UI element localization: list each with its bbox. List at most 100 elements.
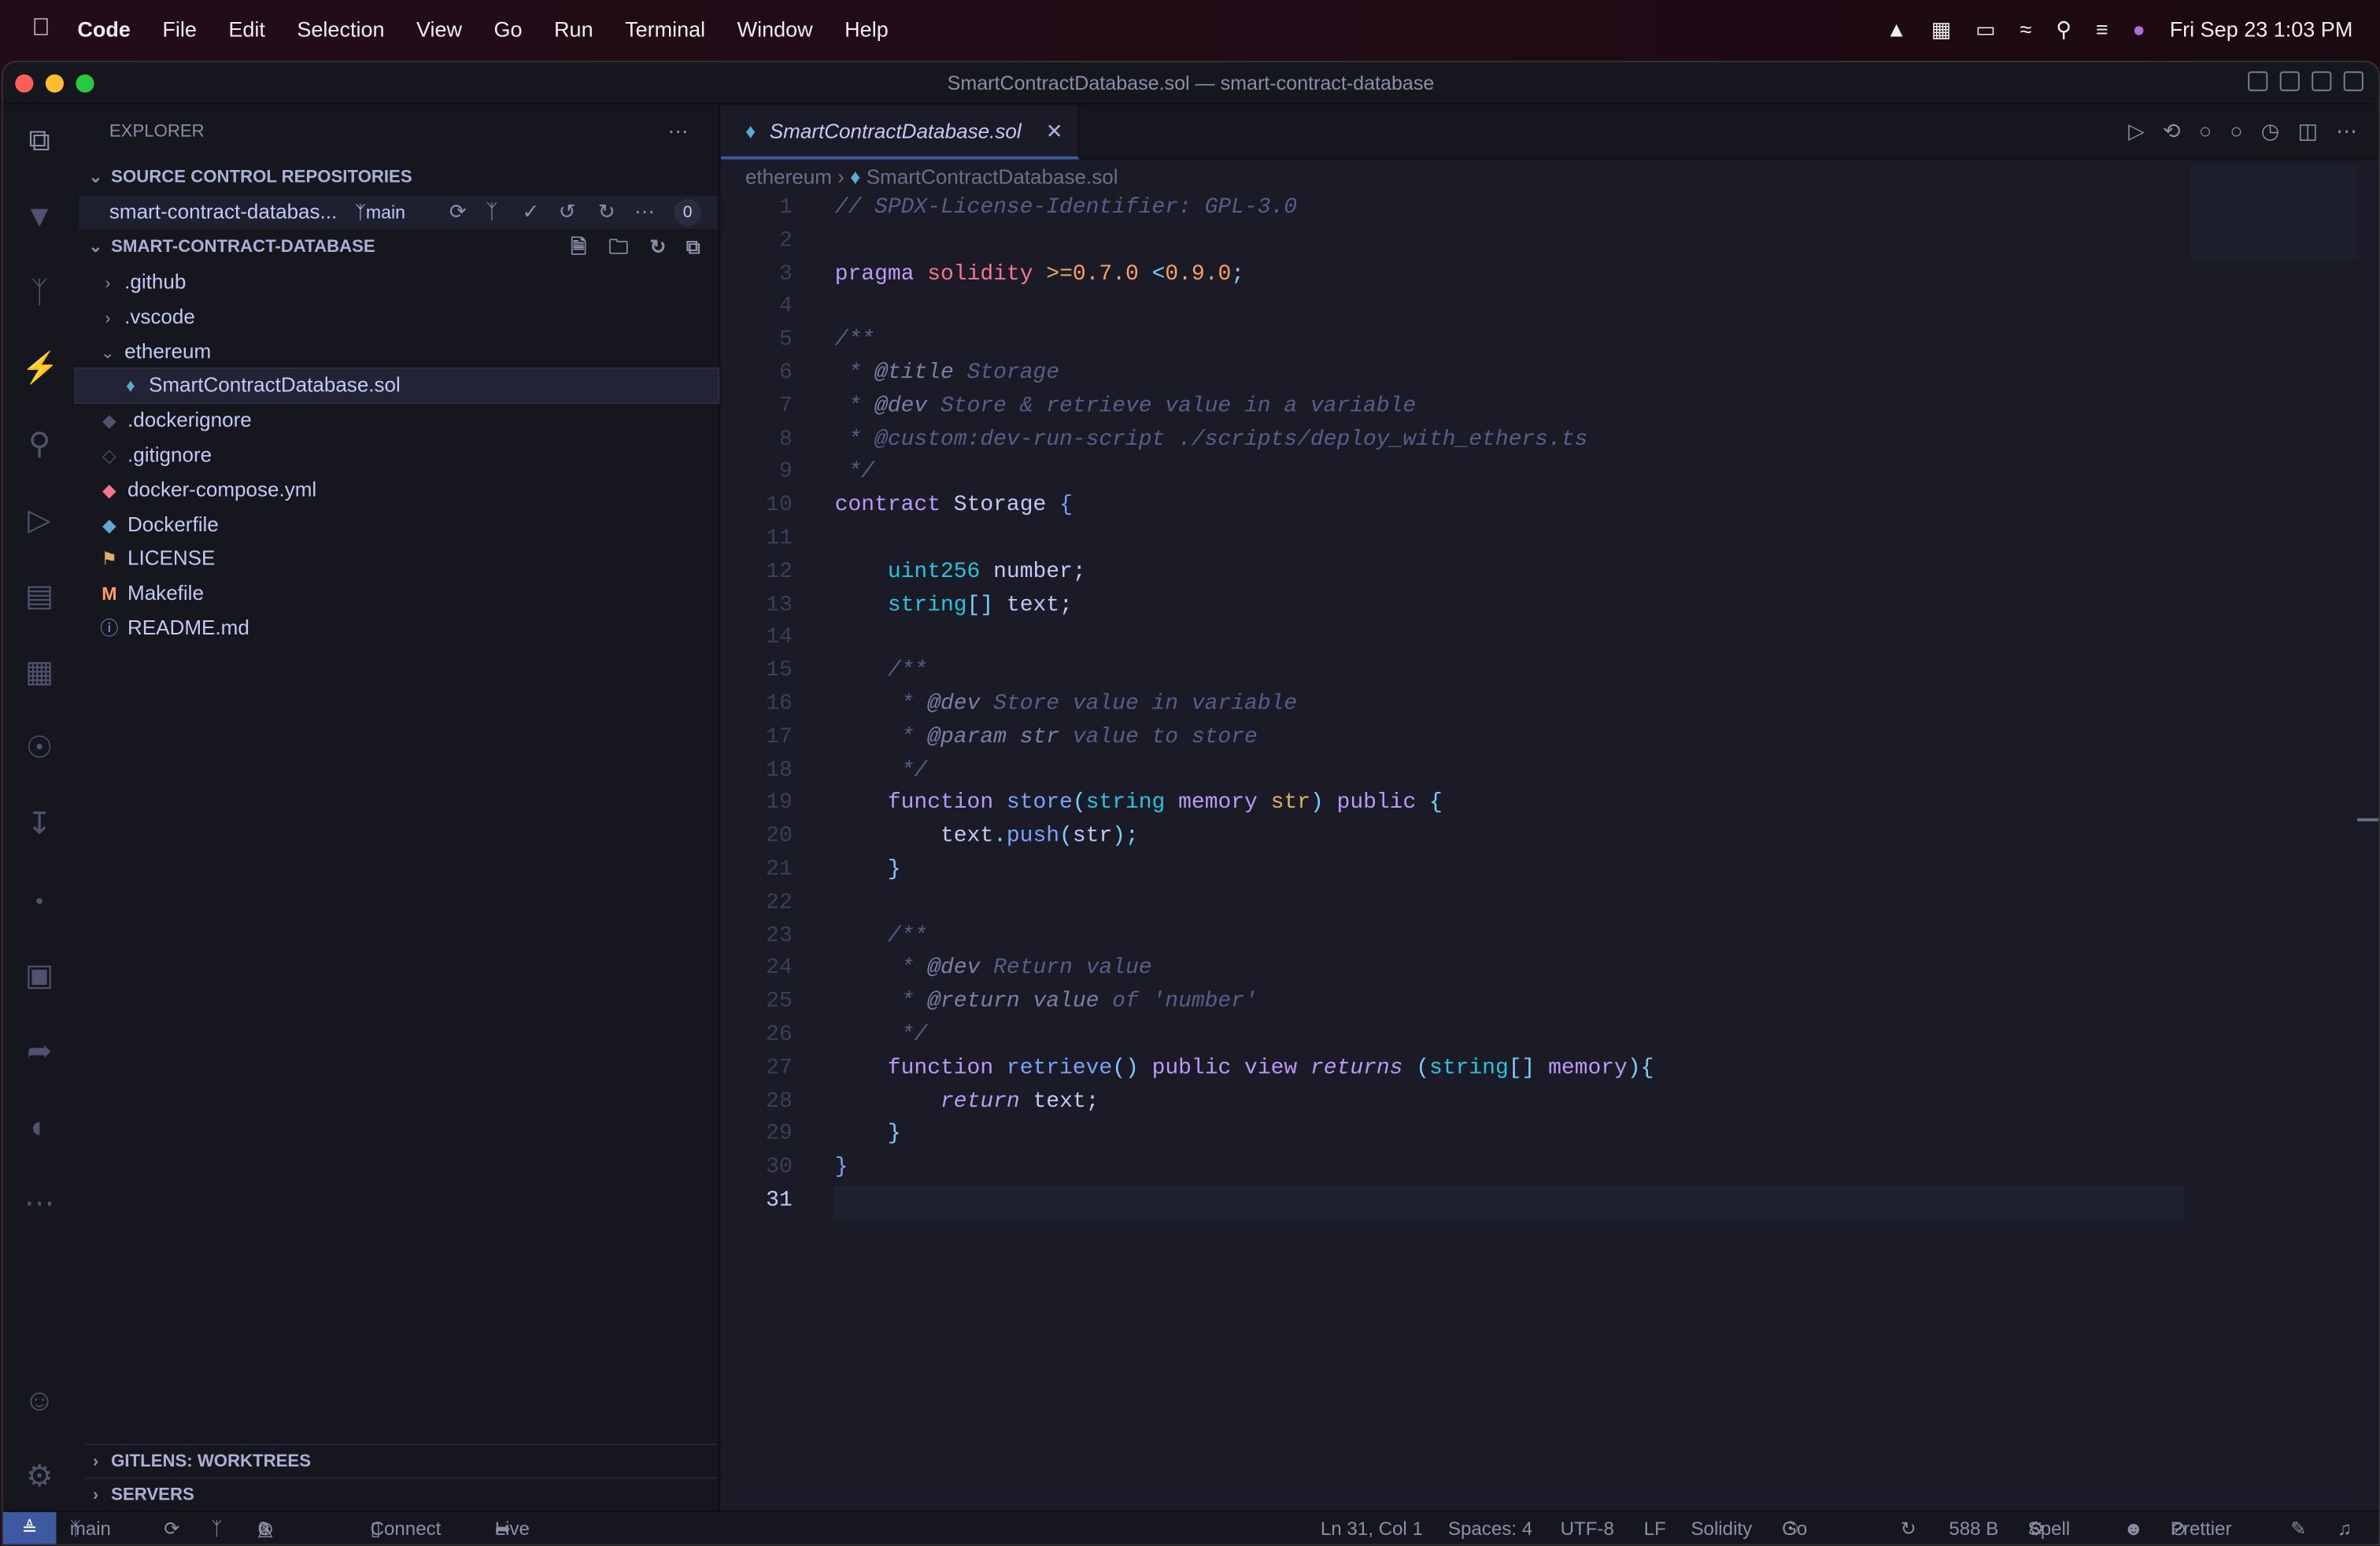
encoding[interactable]: UTF-8 <box>1561 1512 1614 1544</box>
gitlens-worktrees-section[interactable]: › GITLENS: WORKTREES <box>85 1444 719 1477</box>
menu-help[interactable]: Help <box>844 17 889 41</box>
menu-app[interactable]: Code <box>77 17 131 41</box>
repo-branch[interactable]: main <box>366 202 405 224</box>
close-tab-icon[interactable]: ✕ <box>1046 105 1063 159</box>
tree-item[interactable]: ◆ Dockerfile <box>76 508 718 541</box>
code-line[interactable]: */ <box>835 756 928 789</box>
code-line[interactable]: /** <box>835 921 927 954</box>
menu-window[interactable]: Window <box>737 17 813 41</box>
code-line[interactable]: } <box>835 1119 901 1152</box>
source-control-icon[interactable]: ᛉ <box>21 275 57 311</box>
code-line[interactable]: function store(string memory str) public… <box>835 789 1443 822</box>
tree-item[interactable]: › .vscode <box>76 300 718 333</box>
menu-edit[interactable]: Edit <box>228 17 265 41</box>
tree-item[interactable]: ♦ SmartContractDatabase.sol <box>74 368 720 405</box>
customize-layout-icon[interactable] <box>2343 71 2363 91</box>
tree-item[interactable]: ⌄ ethereum <box>76 335 718 368</box>
maximize-window-button[interactable] <box>76 74 94 93</box>
code-line[interactable]: function retrieve() public view returns … <box>835 1053 1654 1086</box>
notifications-bell-icon[interactable]: ♫ <box>2338 1512 2352 1544</box>
spotlight-search-icon[interactable]: ⚲ <box>2056 16 2071 42</box>
sync-settings-icon[interactable]: ↻ <box>1901 1512 1916 1544</box>
explorer-more-icon[interactable]: ⋯ <box>668 116 719 149</box>
timeline-icon[interactable]: ◷ <box>2261 118 2280 144</box>
sync-icon[interactable]: ⟳ <box>164 1512 179 1544</box>
download-icon[interactable]: ↧ <box>21 806 57 842</box>
wifi-icon[interactable]: ≈ <box>2020 17 2032 41</box>
settings-gear-icon[interactable]: ⚙ <box>21 1459 57 1495</box>
siri-icon[interactable]: ● <box>2133 17 2145 41</box>
code-line[interactable]: /** <box>835 325 874 358</box>
tab-smartcontractdatabase[interactable]: ♦ SmartContractDatabase.sol ✕ <box>721 105 1080 160</box>
tree-item[interactable]: ⚑ LICENSE <box>76 542 718 575</box>
menu-view[interactable]: View <box>416 17 462 41</box>
menu-selection[interactable]: Selection <box>297 17 384 41</box>
remote-explorer-icon[interactable]: ▣ <box>21 958 57 994</box>
gitlens-icon[interactable]: ☉ <box>21 730 57 767</box>
code-line[interactable]: * @custom:dev-run-script ./scripts/deplo… <box>835 424 1587 457</box>
code-line[interactable]: * @return value of 'number' <box>835 987 1258 1020</box>
json-icon[interactable]: ● <box>21 882 57 919</box>
code-line[interactable]: * @dev Store value in variable <box>835 690 1298 723</box>
terraform-icon[interactable]: ▼ <box>21 199 57 235</box>
more-icon[interactable]: ⋯ <box>21 1185 57 1222</box>
new-folder-icon[interactable]: 🗀 <box>608 231 628 264</box>
code-line[interactable]: // SPDX-License-Identifier: GPL-3.0 <box>835 193 1297 226</box>
code-line[interactable]: /** <box>835 656 927 690</box>
gitlens-graph-icon[interactable]: ᛉ <box>211 1512 222 1544</box>
battery-icon[interactable]: ▭ <box>1975 16 1996 42</box>
next-change-icon[interactable]: ○ <box>2230 118 2242 144</box>
servers-section[interactable]: › SERVERS <box>85 1477 719 1511</box>
repo-more-icon[interactable]: ⋯ <box>634 196 655 229</box>
menu-run[interactable]: Run <box>554 17 593 41</box>
code-line[interactable]: * @title Storage <box>835 358 1059 391</box>
run-debug-icon[interactable]: ▷ <box>21 502 57 538</box>
split-editor-icon[interactable]: ◫ <box>2297 118 2318 144</box>
collapse-all-icon[interactable]: ⧉ <box>686 231 700 264</box>
code-line[interactable]: text.push(str); <box>835 822 1139 855</box>
toggle-secondary-sidebar-icon[interactable] <box>2312 71 2332 91</box>
tree-item[interactable]: ◇ .gitignore <box>76 438 718 472</box>
code-line[interactable]: */ <box>835 1020 928 1053</box>
account-icon[interactable]: ☺ <box>21 1383 57 1419</box>
tree-item[interactable]: M Makefile <box>76 577 718 610</box>
code-line[interactable]: string[] text; <box>835 590 1073 623</box>
refresh-explorer-icon[interactable]: ↻ <box>649 231 666 264</box>
explorer-icon[interactable]: ⧉ <box>21 123 57 159</box>
code-line[interactable]: contract Storage { <box>835 490 1073 523</box>
feedback-icon[interactable]: ✎ <box>2290 1512 2306 1544</box>
go-back-icon[interactable]: ⟲ <box>2163 118 2181 144</box>
tree-item[interactable]: ◆ .dockerignore <box>76 404 718 437</box>
lightning-icon[interactable]: ⚡ <box>21 351 59 387</box>
sync-icon[interactable]: ⟳ <box>449 196 467 229</box>
menu-file[interactable]: File <box>162 17 197 41</box>
control-center-icon[interactable]: ≡ <box>2096 17 2108 41</box>
code-line[interactable]: * @dev Return value <box>835 954 1152 987</box>
language-mode[interactable]: Solidity <box>1691 1512 1752 1544</box>
code-line[interactable]: * @dev Store & retrieve value in a varia… <box>835 391 1416 424</box>
code-line[interactable]: * @param str value to store <box>835 723 1258 756</box>
pull-request-icon[interactable]: ↺ <box>559 196 576 229</box>
layout-icon[interactable]: ▦ <box>1931 16 1952 42</box>
code-line[interactable]: } <box>835 855 901 888</box>
tree-item[interactable]: ◆ docker-compose.yml <box>76 473 718 506</box>
breadcrumb-folder[interactable]: ethereum <box>745 165 832 188</box>
clock[interactable]: Fri Sep 23 1:03 PM <box>2170 17 2353 41</box>
toggle-panel-icon[interactable] <box>2279 71 2300 91</box>
breadcrumb-file[interactable]: SmartContractDatabase.sol <box>867 165 1118 188</box>
code-line[interactable]: */ <box>835 457 874 490</box>
tree-item[interactable]: ⓘ README.md <box>76 612 718 645</box>
previous-change-icon[interactable]: ○ <box>2199 118 2212 144</box>
drive-icon[interactable]: ▲ <box>1886 17 1907 41</box>
extensions-icon[interactable]: ▦ <box>21 654 57 690</box>
search-icon[interactable]: ⚲ <box>21 427 57 463</box>
commit-check-icon[interactable]: ✓ <box>522 196 539 229</box>
menu-terminal[interactable]: Terminal <box>625 17 705 41</box>
scm-repos-header[interactable]: ⌄ SOURCE CONTROL REPOSITORIES <box>85 161 718 194</box>
editor-more-icon[interactable]: ⋯ <box>2336 118 2357 144</box>
cursor-position[interactable]: Ln 31, Col 1 <box>1321 1512 1423 1544</box>
menu-go[interactable]: Go <box>494 17 523 41</box>
tree-item[interactable]: › .github <box>76 266 718 299</box>
remote-indicator-icon[interactable]: ≜ <box>2 1511 57 1544</box>
toggle-sidebar-icon[interactable] <box>2248 71 2268 91</box>
